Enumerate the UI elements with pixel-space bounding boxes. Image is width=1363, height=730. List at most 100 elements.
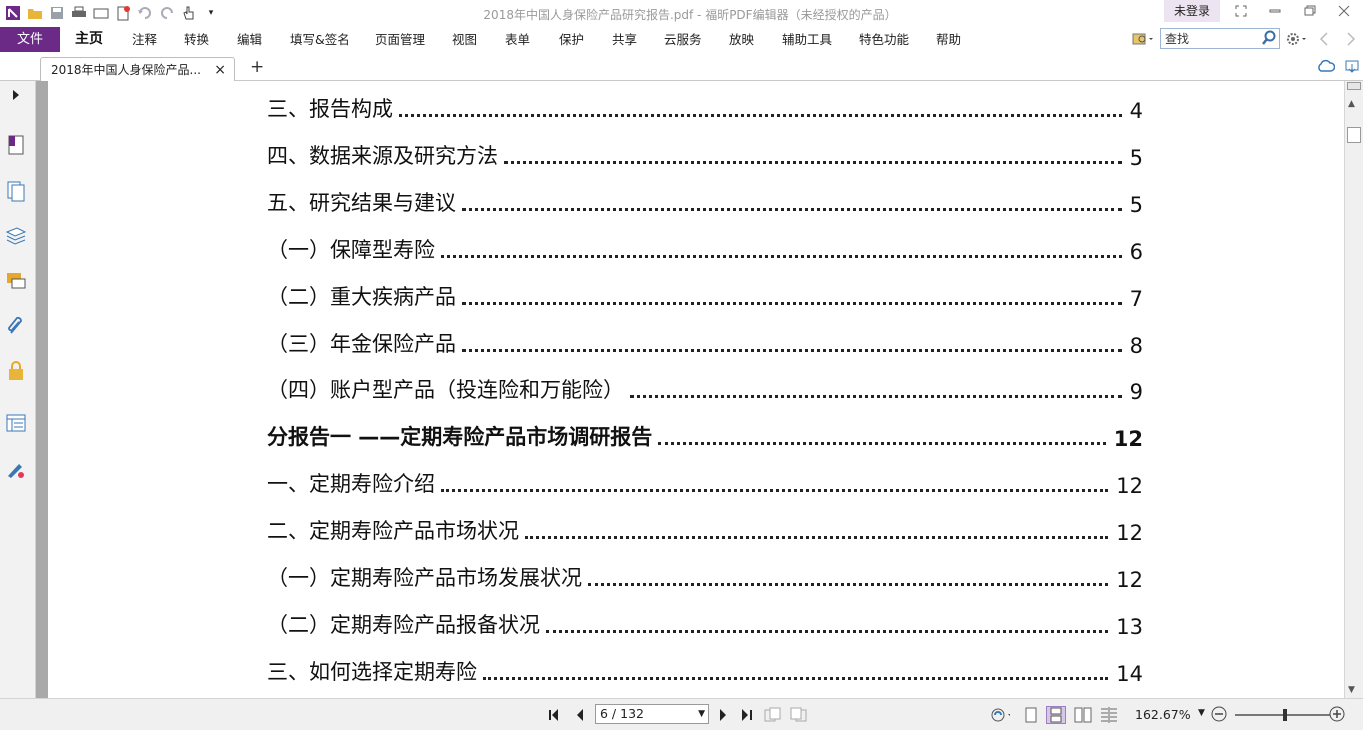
menu-cloud[interactable]: 云服务 (664, 27, 702, 52)
menu-form[interactable]: 表单 (505, 27, 530, 52)
next-page-icon[interactable] (714, 706, 732, 724)
new-document-icon[interactable] (114, 4, 132, 22)
open-folder-icon[interactable] (26, 4, 44, 22)
toc-entry[interactable]: 五、研究结果与建议 5 (267, 187, 1143, 217)
toc-leader-dots (441, 254, 1122, 258)
search-icon[interactable] (1261, 30, 1277, 49)
attachments-icon[interactable] (4, 314, 28, 338)
toc-entry-title: 三、报告构成 (267, 97, 393, 121)
toc-entry[interactable]: 二、定期寿险产品市场状况 12 (267, 515, 1143, 545)
signature-icon[interactable] (4, 457, 28, 481)
security-lock-icon[interactable] (4, 359, 28, 383)
next-view-icon[interactable] (1345, 31, 1357, 50)
tab-document[interactable]: 2018年中国人身保险产品... × (40, 57, 235, 82)
close-tab-icon[interactable]: × (214, 58, 226, 82)
search-field[interactable] (1160, 28, 1280, 49)
read-mode-icon[interactable] (990, 706, 1010, 724)
first-page-icon[interactable] (546, 706, 564, 724)
menu-slideshow[interactable]: 放映 (729, 27, 754, 52)
toc-entry-title: （三）年金保险产品 (267, 331, 456, 356)
expand-panel-icon[interactable] (4, 83, 28, 107)
toc-leader-dots (441, 489, 1109, 493)
print-icon[interactable] (70, 4, 88, 22)
zoom-dropdown-icon[interactable]: ▼ (1198, 708, 1205, 718)
menu-help[interactable]: 帮助 (936, 27, 961, 52)
menu-home[interactable]: 主页 (75, 27, 103, 52)
toc-entry-page: 9 (1129, 380, 1143, 405)
toc-entry-page: 13 (1116, 614, 1143, 639)
menu-comment[interactable]: 注释 (132, 27, 157, 52)
minimize-icon[interactable] (1262, 2, 1288, 20)
previous-page-icon[interactable] (571, 706, 589, 724)
bookmarks-icon[interactable] (4, 133, 28, 157)
redo-icon[interactable] (158, 4, 176, 22)
fullscreen-icon[interactable] (1228, 2, 1254, 20)
menu-fill-sign[interactable]: 填写&签名 (290, 27, 350, 52)
menu-edit[interactable]: 编辑 (237, 27, 262, 52)
zoom-level[interactable]: 162.67% (1135, 707, 1191, 722)
login-button[interactable]: 未登录 (1164, 0, 1220, 22)
toc-entry-title: 分报告一 ——定期寿险产品市场调研报告 (267, 425, 653, 450)
page-number-input[interactable]: 6 / 132 ▼ (595, 704, 709, 724)
download-icon[interactable] (1344, 59, 1360, 78)
toc-entry[interactable]: （一）定期寿险产品市场发展状况 12 (267, 562, 1143, 592)
toc-entry-title: 四、数据来源及研究方法 (267, 143, 498, 168)
pages-thumbnail-icon[interactable] (4, 179, 28, 203)
toc-entry[interactable]: （四）账户型产品（投连险和万能险） 9 (267, 374, 1143, 404)
menu-page-management[interactable]: 页面管理 (375, 27, 425, 52)
new-tab-button[interactable]: + (250, 57, 264, 77)
customize-qat-icon[interactable]: ▾ (202, 4, 220, 22)
scan-icon[interactable] (92, 4, 110, 22)
cloud-sync-icon[interactable] (1317, 59, 1336, 76)
toc-entry[interactable]: 分报告一 ——定期寿险产品市场调研报告 12 (267, 421, 1143, 451)
scroll-split-handle[interactable] (1347, 82, 1361, 90)
single-page-icon[interactable] (1021, 706, 1041, 724)
zoom-in-icon[interactable] (1328, 705, 1346, 726)
save-icon[interactable] (48, 4, 66, 22)
content-structure-icon[interactable] (4, 411, 28, 435)
menu-features[interactable]: 特色功能 (859, 27, 909, 52)
search-options-icon[interactable] (1132, 31, 1154, 50)
toc-entry[interactable]: 一、定期寿险介绍 12 (267, 468, 1143, 498)
menu-view[interactable]: 视图 (452, 27, 477, 52)
menu-protect[interactable]: 保护 (559, 27, 584, 52)
menu-file[interactable]: 文件 (0, 27, 60, 52)
close-window-icon[interactable] (1331, 2, 1357, 20)
zoom-slider-handle[interactable] (1283, 709, 1287, 721)
next-view-status-icon[interactable] (790, 706, 808, 724)
last-page-icon[interactable] (738, 706, 756, 724)
toc-entry[interactable]: 三、如何选择定期寿险 14 (267, 656, 1143, 686)
panel-splitter[interactable] (36, 81, 48, 698)
two-page-continuous-icon[interactable] (1099, 706, 1119, 724)
previous-view-status-icon[interactable] (764, 706, 782, 724)
layers-icon[interactable] (4, 224, 28, 248)
menu-tools[interactable]: 辅助工具 (782, 27, 832, 52)
continuous-page-icon[interactable] (1046, 706, 1066, 724)
search-input[interactable] (1161, 29, 1257, 48)
zoom-slider[interactable] (1235, 709, 1330, 721)
previous-view-icon[interactable] (1318, 31, 1330, 50)
comments-icon[interactable] (4, 269, 28, 293)
toc-leader-dots (588, 583, 1109, 586)
undo-icon[interactable] (136, 4, 154, 22)
app-logo-icon[interactable] (4, 4, 22, 22)
scroll-up-icon[interactable]: ▲ (1348, 99, 1355, 109)
two-page-icon[interactable] (1073, 706, 1093, 724)
hand-tool-icon[interactable] (180, 4, 198, 22)
toc-entry[interactable]: （二）重大疾病产品 7 (267, 281, 1143, 311)
toc-entry[interactable]: （二）定期寿险产品报备状况 13 (267, 609, 1143, 639)
chevron-down-icon[interactable]: ▼ (698, 705, 705, 723)
toc-entry[interactable]: 三、报告构成 4 (267, 93, 1143, 123)
gear-icon[interactable] (1286, 31, 1308, 50)
toc-entry[interactable]: （三）年金保险产品 8 (267, 328, 1143, 358)
scroll-down-icon[interactable]: ▼ (1348, 685, 1355, 695)
restore-icon[interactable] (1297, 2, 1323, 20)
toc-entry[interactable]: 四、数据来源及研究方法 5 (267, 140, 1143, 170)
menu-share[interactable]: 共享 (612, 27, 637, 52)
scroll-thumb[interactable] (1347, 127, 1361, 143)
toc-entry[interactable]: （一）保障型寿险 6 (267, 234, 1143, 264)
zoom-out-icon[interactable] (1210, 705, 1228, 726)
toc-entry-page: 8 (1129, 333, 1143, 358)
vertical-scrollbar[interactable]: ▲ ▼ (1344, 81, 1363, 698)
menu-convert[interactable]: 转换 (184, 27, 209, 52)
